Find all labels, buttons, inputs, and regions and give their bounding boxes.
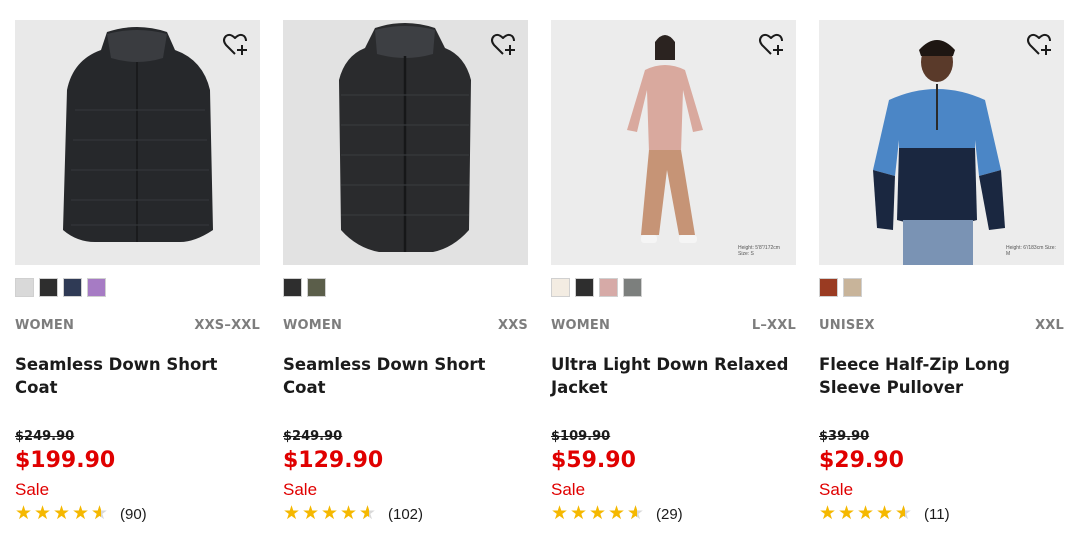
color-swatch[interactable] <box>283 278 302 297</box>
half-star-icon: ★ <box>895 504 914 525</box>
star-rating: ★ ★ ★ ★ ★ <box>551 503 646 525</box>
star-icon: ★ <box>838 503 856 524</box>
sale-label: Sale <box>283 480 318 499</box>
star-icon: ★ <box>876 503 894 524</box>
product-name[interactable]: Seamless Down Short Coat <box>283 353 528 429</box>
rating[interactable]: ★★★★★ (102) <box>283 503 528 525</box>
gender-label: WOMEN <box>551 318 611 333</box>
color-swatch[interactable] <box>819 278 838 297</box>
star-icon: ★ <box>15 503 33 524</box>
heart-plus-icon <box>491 33 515 55</box>
sale-label: Sale <box>551 480 586 499</box>
review-count: (102) <box>388 505 424 523</box>
star-rating: ★ ★ ★ ★ ★ <box>283 503 378 525</box>
heart-plus-icon <box>1027 33 1051 55</box>
original-price: $109.90 <box>551 429 611 444</box>
star-icon: ★ <box>321 503 339 524</box>
review-count: (11) <box>924 505 950 523</box>
color-swatch[interactable] <box>551 278 570 297</box>
product-meta: WOMEN XXS <box>283 318 528 333</box>
sale-label: Sale <box>819 480 854 499</box>
star-icon: ★ <box>857 503 875 524</box>
color-swatch[interactable] <box>843 278 862 297</box>
original-price: $249.90 <box>283 429 343 444</box>
star-icon: ★ <box>283 503 301 524</box>
star-icon: ★ <box>589 503 607 524</box>
color-swatches <box>15 278 260 298</box>
color-swatches <box>283 278 528 298</box>
gender-label: WOMEN <box>15 318 75 333</box>
product-name[interactable]: Seamless Down Short Coat <box>15 353 260 429</box>
heart-plus-icon <box>759 33 783 55</box>
gender-label: UNISEX <box>819 318 875 333</box>
color-swatch[interactable] <box>15 278 34 297</box>
half-star-icon: ★ <box>627 504 646 525</box>
half-star-icon: ★ <box>91 504 110 525</box>
product-card[interactable]: Height: 5'8"/172cm Size: S WOMEN L–XXL U… <box>551 20 796 524</box>
sale-price: $29.90 <box>819 448 904 473</box>
sale-label: Sale <box>15 480 50 499</box>
color-swatch[interactable] <box>623 278 642 297</box>
half-star-icon: ★ <box>359 504 378 525</box>
size-range: XXS–XXL <box>194 318 260 333</box>
rating[interactable]: ★★★★★ (11) <box>819 503 1064 525</box>
star-icon: ★ <box>819 503 837 524</box>
original-price: $249.90 <box>15 429 75 444</box>
product-meta: WOMEN XXS–XXL <box>15 318 260 333</box>
product-meta: WOMEN L–XXL <box>551 318 796 333</box>
color-swatch[interactable] <box>87 278 106 297</box>
sale-price: $199.90 <box>15 448 116 473</box>
star-icon: ★ <box>302 503 320 524</box>
review-count: (90) <box>120 505 147 523</box>
product-card[interactable]: WOMEN XXS–XXL Seamless Down Short Coat $… <box>15 20 260 524</box>
product-meta: UNISEX XXL <box>819 318 1064 333</box>
color-swatch[interactable] <box>63 278 82 297</box>
gender-label: WOMEN <box>283 318 343 333</box>
sale-price: $129.90 <box>283 448 384 473</box>
review-count: (29) <box>656 505 683 523</box>
size-range: XXS <box>497 318 528 333</box>
product-grid: WOMEN XXS–XXL Seamless Down Short Coat $… <box>15 20 1064 524</box>
product-image[interactable]: Height: 6'/183cm Size: M <box>819 20 1064 265</box>
color-swatch[interactable] <box>575 278 594 297</box>
color-swatches <box>551 278 796 298</box>
product-image[interactable] <box>283 20 528 265</box>
color-swatches <box>819 278 1064 298</box>
color-swatch[interactable] <box>599 278 618 297</box>
color-swatch[interactable] <box>39 278 58 297</box>
color-swatch[interactable] <box>307 278 326 297</box>
star-rating: ★ ★ ★ ★ ★ <box>15 503 110 525</box>
product-card[interactable]: WOMEN XXS Seamless Down Short Coat $249.… <box>283 20 528 524</box>
star-icon: ★ <box>72 503 90 524</box>
star-rating: ★ ★ ★ ★ ★ <box>819 503 914 525</box>
heart-plus-icon <box>223 33 247 55</box>
size-range: XXL <box>1035 318 1064 333</box>
product-image[interactable] <box>15 20 260 265</box>
product-card[interactable]: Height: 6'/183cm Size: M UNISEX XXL Flee… <box>819 20 1064 524</box>
star-icon: ★ <box>608 503 626 524</box>
model-info: Height: 6'/183cm Size: M <box>1006 245 1056 257</box>
star-icon: ★ <box>551 503 569 524</box>
original-price: $39.90 <box>819 429 870 444</box>
size-range: L–XXL <box>751 318 796 333</box>
star-icon: ★ <box>340 503 358 524</box>
star-icon: ★ <box>34 503 52 524</box>
add-to-wishlist-button[interactable] <box>220 30 250 60</box>
star-icon: ★ <box>53 503 71 524</box>
model-info: Height: 5'8"/172cm Size: S <box>738 245 780 257</box>
add-to-wishlist-button[interactable] <box>1024 30 1054 60</box>
product-image[interactable]: Height: 5'8"/172cm Size: S <box>551 20 796 265</box>
product-name[interactable]: Fleece Half-Zip Long Sleeve Pullover <box>819 353 1064 429</box>
product-name[interactable]: Ultra Light Down Relaxed Jacket <box>551 353 796 429</box>
add-to-wishlist-button[interactable] <box>488 30 518 60</box>
sale-price: $59.90 <box>551 448 636 473</box>
rating[interactable]: ★★★★★ (29) <box>551 503 796 525</box>
rating[interactable]: ★★★★★ (90) <box>15 503 260 525</box>
star-icon: ★ <box>570 503 588 524</box>
add-to-wishlist-button[interactable] <box>756 30 786 60</box>
